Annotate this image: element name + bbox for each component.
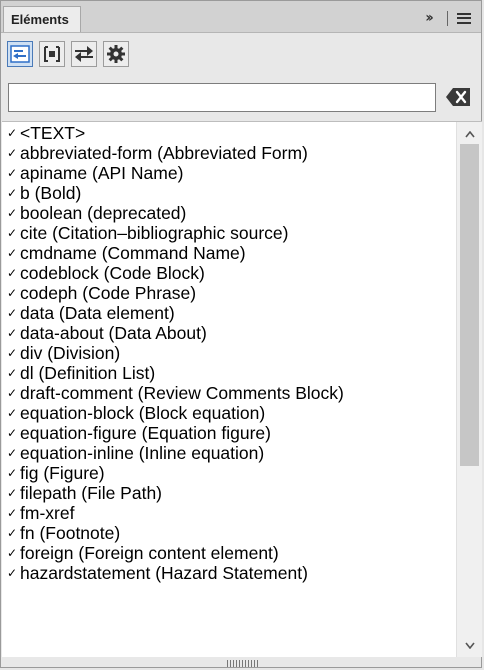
- list-item[interactable]: ✓ equation-inline (Inline equation): [2, 443, 456, 463]
- resize-grip[interactable]: [227, 660, 259, 667]
- list-item[interactable]: ✓ cite (Citation–bibliographic source): [2, 223, 456, 243]
- list-item-label: apiname (API Name): [20, 163, 184, 183]
- tab-elements[interactable]: Eléments: [3, 6, 81, 32]
- list-item-label: div (Division): [20, 343, 121, 363]
- list-item-label: data (Data element): [20, 303, 175, 323]
- check-icon: ✓: [6, 126, 18, 140]
- list-item-label: fm-xref: [20, 503, 75, 523]
- check-icon: ✓: [6, 286, 18, 300]
- list-item[interactable]: ✓ data-about (Data About): [2, 323, 456, 343]
- list-item-label: equation-block (Block equation): [20, 403, 266, 423]
- settings-button[interactable]: [103, 41, 129, 67]
- list-item[interactable]: ✓ filepath (File Path): [2, 483, 456, 503]
- vertical-scrollbar[interactable]: [456, 122, 482, 657]
- list-item[interactable]: ✓ <TEXT>: [2, 123, 456, 143]
- elements-panel: Eléments ›› ✓ <TEXT> ✓ abbreviated-form …: [0, 0, 482, 668]
- check-icon: ✓: [6, 386, 18, 400]
- list-item-label: dl (Definition List): [20, 363, 156, 383]
- list-item-label: fig (Figure): [20, 463, 105, 483]
- scroll-thumb[interactable]: [460, 144, 479, 466]
- list-item[interactable]: ✓ dl (Definition List): [2, 363, 456, 383]
- list-item[interactable]: ✓ abbreviated-form (Abbreviated Form): [2, 143, 456, 163]
- check-icon: ✓: [6, 446, 18, 460]
- check-icon: ✓: [6, 526, 18, 540]
- list-item[interactable]: ✓ foreign (Foreign content element): [2, 543, 456, 563]
- check-icon: ✓: [6, 486, 18, 500]
- list-item[interactable]: ✓ fm-xref: [2, 503, 456, 523]
- clear-search-button[interactable]: [445, 87, 471, 107]
- list-item-label: cmdname (Command Name): [20, 243, 246, 263]
- list-rows: ✓ <TEXT> ✓ abbreviated-form (Abbreviated Fo…: [2, 123, 456, 583]
- list-item-label: equation-inline (Inline equation): [20, 443, 265, 463]
- list-item[interactable]: ✓ codeph (Code Phrase): [2, 283, 456, 303]
- check-icon: ✓: [6, 186, 18, 200]
- check-icon: ✓: [6, 566, 18, 580]
- check-icon: ✓: [6, 226, 18, 240]
- list-item-label: data-about (Data About): [20, 323, 207, 343]
- list-item[interactable]: ✓ equation-figure (Equation figure): [2, 423, 456, 443]
- elements-list: ✓ <TEXT> ✓ abbreviated-form (Abbreviated Fo…: [2, 121, 482, 657]
- list-item-label: filepath (File Path): [20, 483, 163, 503]
- insert-element-button[interactable]: [7, 41, 33, 67]
- check-icon: ✓: [6, 206, 18, 220]
- check-icon: ✓: [6, 246, 18, 260]
- check-icon: ✓: [6, 426, 18, 440]
- list-item-label: <TEXT>: [20, 123, 86, 143]
- clear-icon: [446, 88, 470, 106]
- insert-element-icon: [10, 45, 30, 63]
- scroll-down-arrow-icon[interactable]: [457, 638, 482, 652]
- list-item[interactable]: ✓ equation-block (Block equation): [2, 403, 456, 423]
- list-item[interactable]: ✓ div (Division): [2, 343, 456, 363]
- check-icon: ✓: [6, 146, 18, 160]
- toolbar: [7, 41, 129, 69]
- list-item-label: codeblock (Code Block): [20, 263, 205, 283]
- list-item-label: boolean (deprecated): [20, 203, 187, 223]
- wrap-element-button[interactable]: [39, 41, 65, 67]
- check-icon: ✓: [6, 166, 18, 180]
- change-element-button[interactable]: [71, 41, 97, 67]
- list-item[interactable]: ✓ apiname (API Name): [2, 163, 456, 183]
- check-icon: ✓: [6, 326, 18, 340]
- check-icon: ✓: [6, 306, 18, 320]
- list-item[interactable]: ✓ draft-comment (Review Comments Block): [2, 383, 456, 403]
- change-element-icon: [75, 46, 93, 62]
- panel-titlebar: Eléments ››: [1, 1, 481, 33]
- list-item[interactable]: ✓ data (Data element): [2, 303, 456, 323]
- check-icon: ✓: [6, 406, 18, 420]
- list-item-label: fn (Footnote): [20, 523, 121, 543]
- list-item-label: hazardstatement (Hazard Statement): [20, 563, 308, 583]
- list-item[interactable]: ✓ codeblock (Code Block): [2, 263, 456, 283]
- separator: [447, 10, 448, 26]
- list-item[interactable]: ✓ hazardstatement (Hazard Statement): [2, 563, 456, 583]
- list-item-label: abbreviated-form (Abbreviated Form): [20, 143, 308, 163]
- list-item-label: draft-comment (Review Comments Block): [20, 383, 344, 403]
- check-icon: ✓: [6, 466, 18, 480]
- check-icon: ✓: [6, 346, 18, 360]
- list-item-label: cite (Citation–bibliographic source): [20, 223, 289, 243]
- list-item[interactable]: ✓ cmdname (Command Name): [2, 243, 456, 263]
- list-item-label: foreign (Foreign content element): [20, 543, 279, 563]
- wrap-element-icon: [44, 46, 60, 62]
- list-item-label: codeph (Code Phrase): [20, 283, 197, 303]
- panel-menu-icon[interactable]: [457, 12, 471, 24]
- search-input[interactable]: [8, 83, 436, 112]
- collapse-panel-button[interactable]: ››: [417, 10, 439, 26]
- title-controls: ››: [417, 9, 471, 27]
- list-item[interactable]: ✓ b (Bold): [2, 183, 456, 203]
- list-item-label: equation-figure (Equation figure): [20, 423, 271, 443]
- check-icon: ✓: [6, 506, 18, 520]
- list-item-label: b (Bold): [20, 183, 82, 203]
- list-item[interactable]: ✓ fig (Figure): [2, 463, 456, 483]
- settings-icon: [107, 45, 125, 63]
- check-icon: ✓: [6, 366, 18, 380]
- check-icon: ✓: [6, 266, 18, 280]
- list-item[interactable]: ✓ fn (Footnote): [2, 523, 456, 543]
- list-item[interactable]: ✓ boolean (deprecated): [2, 203, 456, 223]
- check-icon: ✓: [6, 546, 18, 560]
- scroll-up-arrow-icon[interactable]: [457, 126, 482, 142]
